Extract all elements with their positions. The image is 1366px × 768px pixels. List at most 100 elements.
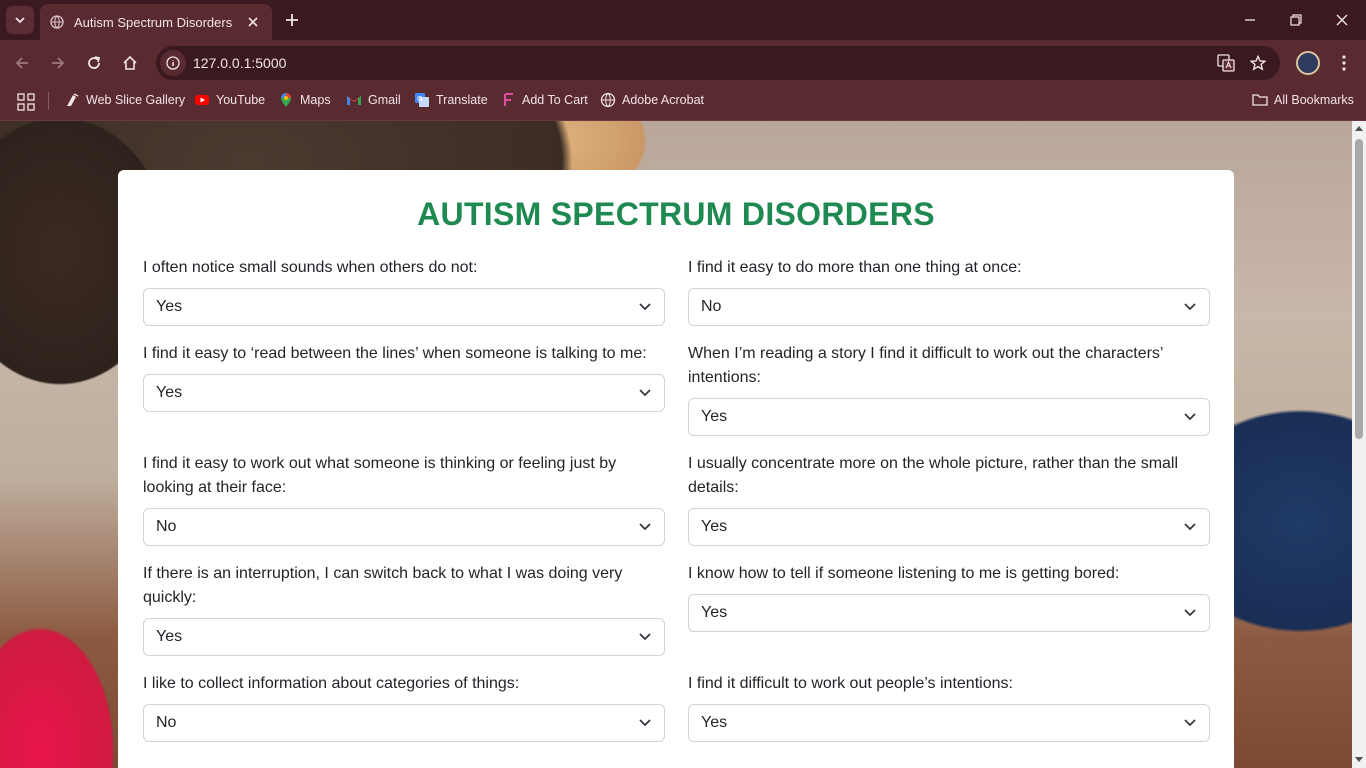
bookmarks-separator [48,92,49,110]
youtube-icon [194,92,210,108]
question-4: When I’m reading a story I find it diffi… [688,342,1210,436]
question-5: I find it easy to work out what someone … [143,452,665,546]
answer-select[interactable]: No [688,288,1210,326]
url-text[interactable]: 127.0.0.1:5000 [193,55,286,71]
folder-icon [1252,92,1268,108]
translate-page-button[interactable] [1213,50,1239,76]
reload-button[interactable] [80,49,108,77]
question-label: I often notice small sounds when others … [143,259,478,276]
back-button[interactable] [8,49,36,77]
close-icon [248,17,258,27]
questionnaire-card: AUTISM SPECTRUM DISORDERS I often notice… [118,170,1234,768]
bookmark-label: Gmail [368,93,401,107]
site-info-button[interactable] [160,50,186,76]
answer-select[interactable]: Yes [143,288,665,326]
arrow-right-icon [52,57,65,69]
select-value: Yes [156,384,183,401]
bookmark-youtube[interactable]: YouTube [194,90,265,110]
bookmark-gmail[interactable]: Gmail [346,90,401,110]
bookmark-label: Web Slice Gallery [86,93,186,107]
chevron-down-icon [638,716,652,730]
question-1: I often notice small sounds when others … [143,256,665,326]
question-label: I find it easy to ‘read between the line… [143,345,647,362]
bookmark-label: Maps [300,93,331,107]
answer-select[interactable]: Yes [143,374,665,412]
browser-menu-button[interactable] [1332,49,1356,77]
restore-button[interactable] [1282,6,1310,34]
all-bookmarks-button[interactable]: All Bookmarks [1252,90,1354,110]
home-icon [123,55,137,70]
chevron-down-icon [638,386,652,400]
select-value: Yes [156,628,183,645]
question-9: I like to collect information about cate… [143,672,665,742]
more-vertical-icon [1342,55,1346,71]
chevron-down-icon [1183,606,1197,620]
adobe-acrobat-icon [600,92,616,108]
select-value: Yes [701,604,728,621]
translate-icon [1217,54,1235,72]
question-label: I know how to tell if someone listening … [688,565,1120,582]
answer-select[interactable]: Yes [143,618,665,656]
arrow-left-icon [15,57,28,69]
select-value: Yes [701,714,728,731]
question-label: If there is an interruption, I can switc… [143,565,623,606]
web-slice-icon [64,92,80,108]
chevron-down-icon [1183,716,1197,730]
chevron-down-icon [638,630,652,644]
address-bar[interactable] [156,46,1280,80]
scroll-up-arrow-icon[interactable] [1355,125,1363,133]
bookmark-label: Add To Cart [522,93,588,107]
bookmark-translate[interactable]: G Translate [414,90,488,110]
home-button[interactable] [116,49,144,77]
scroll-down-arrow-icon[interactable] [1355,755,1363,763]
answer-select[interactable]: Yes [688,594,1210,632]
active-tab[interactable]: Autism Spectrum Disorders [40,4,272,40]
bookmark-label: Translate [436,93,488,107]
forward-button[interactable] [44,49,72,77]
chevron-down-icon [1183,520,1197,534]
answer-select[interactable]: Yes [688,398,1210,436]
select-value: Yes [156,298,183,315]
question-label: When I’m reading a story I find it diffi… [688,345,1163,386]
tab-close-button[interactable] [244,13,262,31]
bookmark-add-to-cart[interactable]: Add To Cart [500,90,588,110]
question-label: I usually concentrate more on the whole … [688,455,1179,496]
answer-select[interactable]: No [143,508,665,546]
bookmark-label: Adobe Acrobat [622,93,705,107]
select-value: No [156,518,177,535]
svg-text:G: G [417,95,422,103]
close-icon [1336,14,1348,26]
bookmark-star-button[interactable] [1245,50,1271,76]
scrollbar-thumb[interactable] [1355,139,1363,439]
answer-select[interactable]: Yes [688,704,1210,742]
question-2: I find it easy to do more than one thing… [688,256,1210,326]
translate-icon: G [414,92,430,108]
question-8: I know how to tell if someone listening … [688,562,1210,632]
maps-icon [278,92,294,108]
question-label: I find it easy to work out what someone … [143,455,617,496]
gmail-icon [346,92,362,108]
apps-grid-icon[interactable] [16,92,36,112]
chevron-down-icon [638,300,652,314]
question-label: I like to collect information about cate… [143,675,520,692]
bookmark-maps[interactable]: Maps [278,90,331,110]
minimize-button[interactable] [1236,6,1264,34]
select-value: No [156,714,177,731]
question-label: I find it easy to do more than one thing… [688,259,1022,276]
new-tab-button[interactable] [280,8,304,32]
question-6: I usually concentrate more on the whole … [688,452,1210,546]
add-to-cart-icon [500,92,516,108]
bookmark-web-slice-gallery[interactable]: Web Slice Gallery [64,90,185,110]
page-scrollbar[interactable] [1352,121,1366,768]
close-window-button[interactable] [1328,6,1356,34]
chevron-down-icon [15,17,25,24]
select-value: Yes [701,408,728,425]
chevron-down-icon [1183,300,1197,314]
question-7: If there is an interruption, I can switc… [143,562,665,656]
tab-search-button[interactable] [6,6,34,34]
bookmark-adobe-acrobat[interactable]: Adobe Acrobat [600,90,704,110]
profile-avatar[interactable] [1296,51,1320,75]
answer-select[interactable]: Yes [688,508,1210,546]
answer-select[interactable]: No [143,704,665,742]
page-title: AUTISM SPECTRUM DISORDERS [417,196,935,232]
